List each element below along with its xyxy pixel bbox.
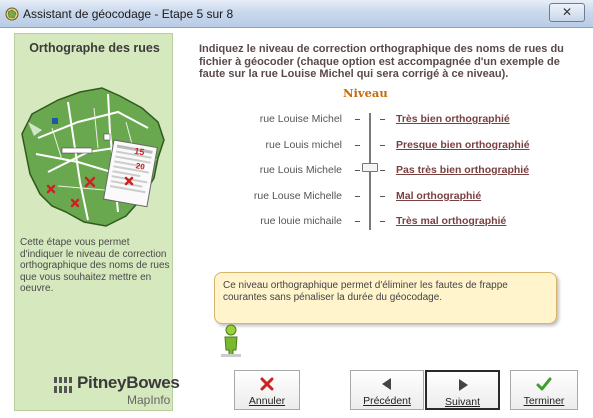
level-option-4[interactable]: Mal orthographié xyxy=(396,190,481,202)
level-option-3[interactable]: Pas très bien orthographié xyxy=(396,164,529,176)
logo-product: MapInfo xyxy=(127,393,171,407)
slider-tick xyxy=(355,119,360,120)
level-example-1: rue Louise Michel xyxy=(259,113,342,125)
cancel-button-label: Annuler xyxy=(248,395,286,407)
slider-tick xyxy=(380,119,385,120)
arrow-right-icon xyxy=(458,379,468,391)
level-example-4: rue Louse Michelle xyxy=(253,190,342,202)
level-slider-thumb[interactable] xyxy=(362,163,378,172)
info-text: Ce niveau orthographique permet d'élimin… xyxy=(223,280,508,303)
close-button[interactable]: ✕ xyxy=(549,3,585,22)
level-example-2: rue Louis michel xyxy=(265,139,342,151)
logo-name: PitneyBowes xyxy=(77,373,180,392)
slider-tick xyxy=(380,196,385,197)
pitney-bowes-logo-icon xyxy=(53,377,73,393)
svg-text:15: 15 xyxy=(134,146,146,158)
sidebar: Orthographe des rues 15 20 Cette étape v… xyxy=(14,33,180,411)
finish-button-label: Terminer xyxy=(523,395,565,407)
slider-tick xyxy=(355,145,360,146)
level-option-1[interactable]: Très bien orthographié xyxy=(396,113,510,125)
sidebar-description: Cette étape vous permet d'indiquer le ni… xyxy=(20,237,170,294)
level-option-5[interactable]: Très mal orthographié xyxy=(396,215,506,227)
next-button[interactable]: Suivant xyxy=(425,370,500,410)
level-example-3: rue Louis Michele xyxy=(259,164,342,176)
info-bubble: Ce niveau orthographique permet d'élimin… xyxy=(214,272,557,324)
slider-tick xyxy=(380,221,385,222)
slider-tick xyxy=(355,196,360,197)
previous-button-label: Précédent xyxy=(363,395,411,407)
red-x-icon xyxy=(260,377,274,391)
arrow-left-icon xyxy=(382,378,391,390)
slider-tick xyxy=(380,145,385,146)
person-icon xyxy=(221,324,241,357)
instruction-text: Indiquez le niveau de correction orthogr… xyxy=(199,43,564,80)
sidebar-title: Orthographe des rues xyxy=(29,41,160,55)
level-example-5: rue louie michaile xyxy=(260,215,342,227)
previous-button[interactable]: Précédent xyxy=(350,370,424,410)
cancel-button[interactable]: Annuler xyxy=(234,370,300,410)
next-button-label: Suivant xyxy=(444,396,481,408)
slider-tick xyxy=(380,170,385,171)
slider-tick xyxy=(355,170,360,171)
map-illustration: 15 20 xyxy=(21,87,165,227)
green-check-icon xyxy=(536,377,552,391)
globe-icon xyxy=(5,7,19,21)
slider-tick xyxy=(355,221,360,222)
level-option-2[interactable]: Presque bien orthographié xyxy=(396,139,530,151)
level-heading: Niveau xyxy=(343,86,388,100)
finish-button[interactable]: Terminer xyxy=(510,370,578,410)
pitney-bowes-logo: PitneyBowes MapInfo xyxy=(53,373,180,409)
title-bar: Assistant de géocodage - Etape 5 sur 8 ✕ xyxy=(0,0,593,28)
window-title: Assistant de géocodage - Etape 5 sur 8 xyxy=(23,7,234,21)
